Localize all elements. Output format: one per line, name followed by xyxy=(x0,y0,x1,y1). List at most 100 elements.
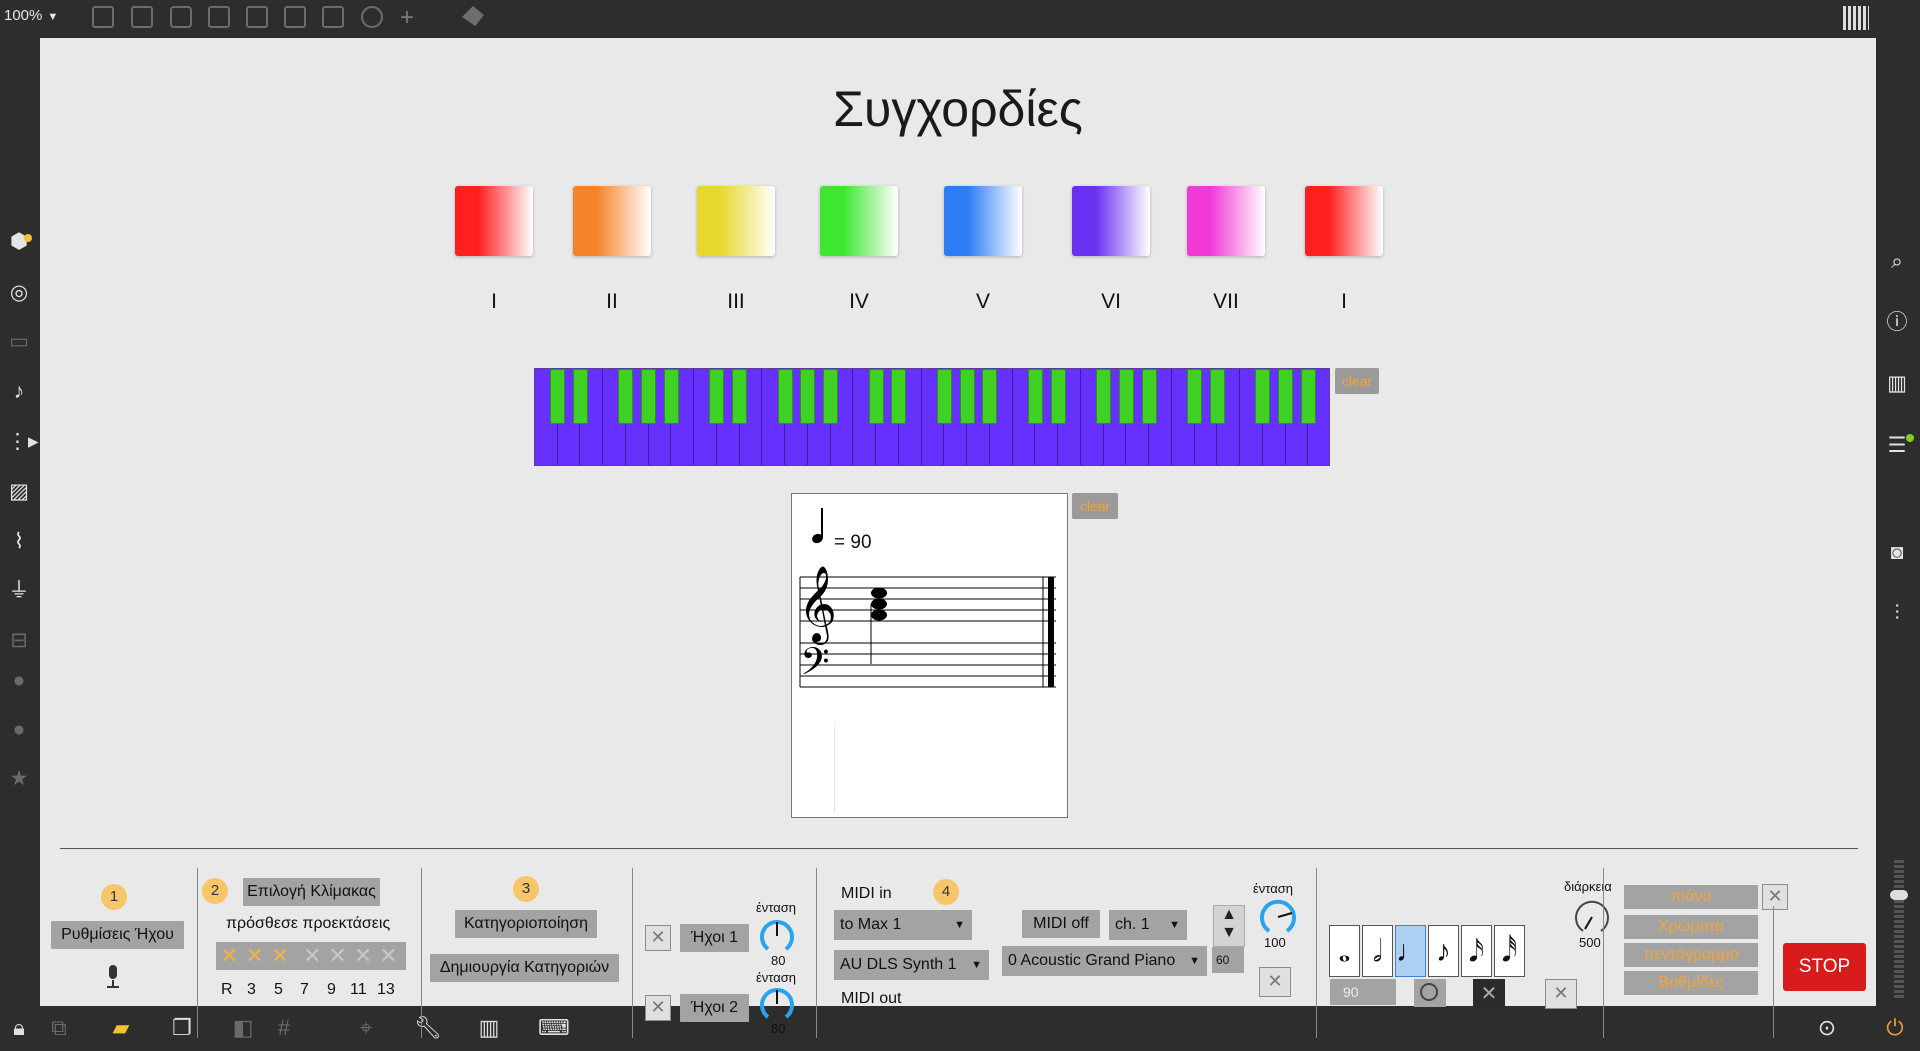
chord-swatch-6[interactable] xyxy=(1072,186,1150,256)
staff-view-button[interactable]: πεντάγραμμο xyxy=(1624,943,1758,967)
play-icon[interactable]: ⊙ xyxy=(1814,1015,1840,1041)
plugin-icon[interactable]: ⏚ xyxy=(7,579,31,603)
black-key[interactable] xyxy=(982,369,998,424)
chord-swatch-2[interactable] xyxy=(573,186,651,256)
black-key[interactable] xyxy=(823,369,839,424)
duration-dial[interactable] xyxy=(1572,897,1612,937)
midi-out-dropdown[interactable]: AU DLS Synth 1 ▼ xyxy=(834,950,989,980)
black-key[interactable] xyxy=(1096,369,1112,424)
info-icon[interactable]: ⓘ xyxy=(1885,311,1909,335)
black-key[interactable] xyxy=(777,369,793,424)
presentation-mode-icon[interactable] xyxy=(92,6,114,28)
paint-bucket-icon[interactable] xyxy=(462,6,484,26)
black-key[interactable] xyxy=(641,369,657,424)
program-number-box[interactable]: 60 xyxy=(1212,947,1244,973)
black-key[interactable] xyxy=(1300,369,1316,424)
quarter-note-button[interactable]: ♩ xyxy=(1395,925,1426,977)
chord-swatch-4[interactable] xyxy=(820,186,898,256)
vst-icon[interactable]: ● xyxy=(7,669,31,693)
record-button[interactable] xyxy=(1414,979,1446,1007)
midi-in-dropdown[interactable]: to Max 1 ▼ xyxy=(834,910,972,940)
search-icon[interactable]: ⌕ xyxy=(1885,250,1909,274)
message-icon[interactable] xyxy=(284,6,306,28)
volume1-dial[interactable] xyxy=(758,917,796,955)
keyboard-clear-button[interactable]: clear xyxy=(1335,368,1379,394)
object-icon[interactable] xyxy=(131,6,153,28)
half-note-button[interactable]: 𝅗𝅥 xyxy=(1362,925,1393,977)
black-key[interactable] xyxy=(1278,369,1293,424)
black-key[interactable] xyxy=(1141,369,1157,424)
black-key[interactable] xyxy=(868,369,884,424)
categorize-button[interactable]: Κατηγοριοποίηση xyxy=(455,910,597,938)
volume2-dial[interactable] xyxy=(758,985,796,1023)
degrees-view-button[interactable]: Βαθμίδες xyxy=(1624,971,1758,995)
colors-view-button[interactable]: Χρώματα xyxy=(1624,915,1758,939)
grid-icon[interactable]: # xyxy=(271,1015,297,1041)
chord-swatch-3[interactable] xyxy=(697,186,775,256)
clear-sequence-button[interactable]: ✕ xyxy=(1545,979,1577,1009)
black-key[interactable] xyxy=(550,369,566,424)
bpatcher-icon[interactable]: ● xyxy=(7,718,31,742)
keyboard-icon[interactable]: ⌨ xyxy=(538,1015,570,1041)
snap-icon[interactable]: ⌖ xyxy=(353,1015,379,1041)
add-object-icon[interactable]: + xyxy=(400,4,414,32)
instrument-dropdown[interactable]: 0 Acoustic Grand Piano ▼ xyxy=(1002,946,1207,976)
lock-icon[interactable]: 🔒︎ xyxy=(6,1015,32,1041)
dial-icon[interactable] xyxy=(361,6,383,28)
black-key[interactable] xyxy=(1118,369,1134,424)
chord-swatch-7[interactable] xyxy=(1187,186,1265,256)
toggle-icon[interactable] xyxy=(208,6,230,28)
sounds2-button[interactable]: Ήχοι 2 xyxy=(680,994,749,1022)
sequence-icon[interactable]: ⋮▸ xyxy=(7,430,39,454)
power-icon[interactable]: ⏻ xyxy=(1882,1015,1908,1041)
comment-icon[interactable] xyxy=(170,6,192,28)
windows-icon[interactable]: ❐ xyxy=(169,1015,195,1041)
black-key[interactable] xyxy=(663,369,679,424)
piano-keyboard[interactable] xyxy=(534,368,1330,466)
notation-staff[interactable]: = 90 𝄞 𝄢 xyxy=(791,493,1068,818)
black-key[interactable] xyxy=(732,369,748,424)
target-icon[interactable]: ◎ xyxy=(7,281,31,305)
edit-mode-icon[interactable]: ⧉ xyxy=(46,1015,72,1041)
create-categories-button[interactable]: Δημιουργία Κατηγοριών xyxy=(430,954,619,982)
chord-swatch-8[interactable] xyxy=(1305,186,1383,256)
sounds1-toggle[interactable]: ✕ xyxy=(645,925,671,951)
channel-dropdown[interactable]: ch. 1 ▼ xyxy=(1109,910,1187,940)
black-key[interactable] xyxy=(959,369,975,424)
wrench-icon[interactable]: 🔧︎ xyxy=(414,1015,442,1041)
microphone-icon[interactable] xyxy=(106,965,120,988)
mute-toggle[interactable]: ✕ xyxy=(1473,979,1505,1009)
thirty-second-note-button[interactable]: 𝅘𝅥𝅰 xyxy=(1494,925,1525,977)
image-icon[interactable]: ▨ xyxy=(7,480,31,504)
music-note-icon[interactable]: ♪ xyxy=(7,380,31,404)
button-object-icon[interactable] xyxy=(246,6,268,28)
tempo-number-box[interactable]: 90 xyxy=(1330,979,1396,1005)
chord-swatch-5[interactable] xyxy=(944,186,1022,256)
piano-view-toggle[interactable]: ✕ xyxy=(1762,884,1788,910)
sounds2-toggle[interactable]: ✕ xyxy=(645,995,671,1021)
chord-swatch-1[interactable] xyxy=(455,186,533,256)
midi-off-button[interactable]: MIDI off xyxy=(1022,910,1100,938)
sixteenth-note-button[interactable]: 𝅘𝅥𝅯 xyxy=(1461,925,1492,977)
volume-slider-handle[interactable] xyxy=(1890,890,1908,900)
program-stepper[interactable]: ▲ ▼ xyxy=(1213,905,1245,947)
star-icon[interactable]: ★ xyxy=(7,767,31,791)
paperclip-icon[interactable]: ⌇ xyxy=(7,530,31,554)
master-volume-dial[interactable] xyxy=(1258,897,1298,937)
sounds1-button[interactable]: Ήχοι 1 xyxy=(680,924,749,952)
piano-view-button[interactable]: πιάνο xyxy=(1624,885,1758,909)
grid-menu-icon[interactable] xyxy=(1843,6,1869,30)
number-box-icon[interactable] xyxy=(322,6,344,28)
presentation-icon[interactable]: ▰ xyxy=(108,1015,134,1041)
black-key[interactable] xyxy=(1027,369,1043,424)
zoom-dropdown[interactable]: 100% ▼ xyxy=(4,7,58,24)
black-key[interactable] xyxy=(1209,369,1225,424)
connector-icon[interactable]: ⊟ xyxy=(7,629,31,653)
black-key[interactable] xyxy=(800,369,816,424)
whole-note-button[interactable]: 𝅝 xyxy=(1329,925,1360,977)
mixer-icon[interactable]: ⫶ xyxy=(1885,602,1909,626)
scale-select-button[interactable]: Επιλογή Κλίμακας xyxy=(243,878,380,906)
snapshot-icon[interactable]: ◙ xyxy=(1885,541,1909,565)
black-key[interactable] xyxy=(1050,369,1066,424)
black-key[interactable] xyxy=(618,369,634,424)
